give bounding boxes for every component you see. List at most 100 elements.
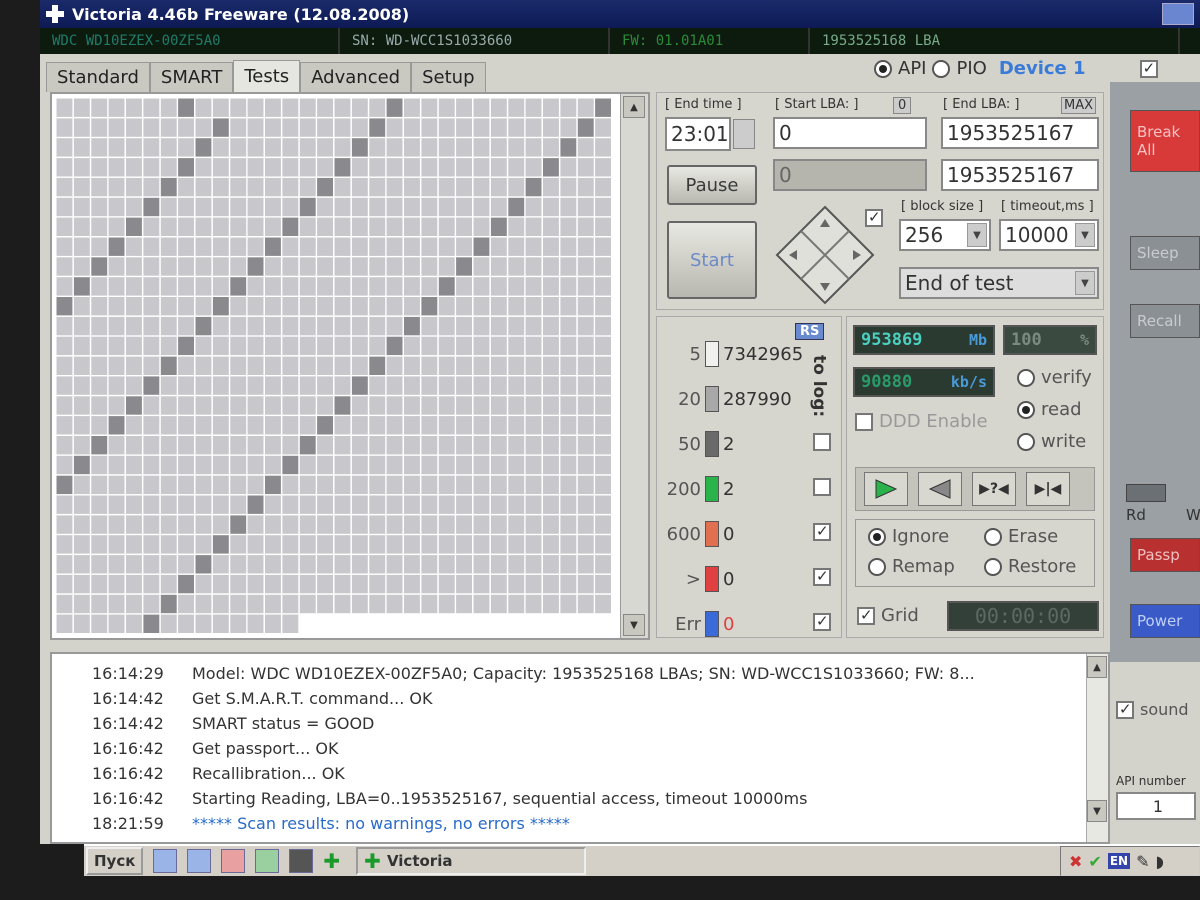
network-icon[interactable] [255,849,280,873]
ignore-option[interactable]: Ignore [868,526,949,547]
block-cell [456,98,472,117]
to-log-checkbox[interactable] [813,433,831,451]
tab-tests[interactable]: Tests [233,60,301,92]
to-log-checkbox[interactable] [813,478,831,496]
skip-end-icon[interactable]: ▶|◀ [1026,472,1070,506]
read-radio[interactable] [1017,400,1035,419]
sound-option[interactable]: sound [1116,700,1189,719]
browser-icon[interactable] [153,849,178,873]
block-cell [126,614,142,633]
stat-count: 0 [723,568,735,590]
log-scrollbar[interactable]: ▲ ▼ [1086,654,1108,842]
erase-option[interactable]: Erase [984,526,1058,547]
scroll-up-icon[interactable]: ▲ [1087,656,1107,678]
sound-checkbox[interactable] [1116,700,1134,719]
chevron-down-icon[interactable]: ▼ [1075,223,1095,247]
recall-button[interactable]: Recall [1130,304,1200,338]
block-cell [282,594,299,614]
dictionary-icon[interactable] [187,849,212,873]
block-options-checkbox[interactable] [865,208,883,227]
sleep-button[interactable]: Sleep [1130,236,1200,270]
block-cell [490,237,507,256]
write-radio[interactable] [1017,432,1035,451]
victoria-plus-icon[interactable]: ✚ [323,849,340,873]
start-lba-reset-button[interactable]: 0 [893,97,912,114]
grid-checkbox[interactable] [857,606,875,625]
remap-option[interactable]: Remap [868,556,955,577]
block-cell [508,436,525,455]
ddd-enable-option[interactable]: DDD Enable [855,411,988,432]
tray-volume-icon[interactable]: ◗ [1155,852,1163,871]
block-cell [525,515,542,534]
block-cell [543,158,559,177]
tray-pen-icon[interactable]: ✎ [1136,852,1149,871]
dpad-navigation-icon[interactable] [775,205,875,305]
end-action-select[interactable]: End of test ▼ [899,267,1099,299]
block-cell [560,594,577,614]
device-label[interactable]: Device 1 [999,58,1086,79]
tab-advanced[interactable]: Advanced [300,62,412,92]
block-cell [473,158,490,177]
language-indicator[interactable]: EN [1107,853,1131,869]
play-icon[interactable] [864,472,908,506]
api-radio[interactable] [874,59,892,78]
to-log-checkbox[interactable] [813,567,831,586]
restore-option[interactable]: Restore [984,556,1076,577]
block-cell [508,237,525,256]
end-time-input[interactable]: 23:01 [665,117,731,151]
to-log-checkbox[interactable] [813,522,831,541]
api-number-input[interactable]: 1 [1116,792,1196,820]
end-time-spinner[interactable] [733,119,755,149]
start-lba-input[interactable]: 0 [773,117,927,149]
write-option[interactable]: write [1017,431,1086,452]
block-size-select[interactable]: 256 ▼ [899,219,991,251]
passp-button[interactable]: Passp [1130,538,1200,572]
tray-shield-icon[interactable]: ✔ [1088,852,1101,871]
grid-option[interactable]: Grid [857,605,919,626]
block-cell [369,436,386,455]
tab-setup[interactable]: Setup [411,62,486,92]
end-lba-max-button[interactable]: MAX [1061,97,1097,114]
scroll-down-icon[interactable]: ▼ [1087,800,1107,822]
block-cell [386,535,403,554]
end-lba-input[interactable]: 1953525167 [941,117,1099,149]
minimize-button[interactable] [1162,3,1194,25]
read-option[interactable]: read [1017,399,1082,420]
verify-option[interactable]: verify [1017,367,1092,388]
block-cell [543,416,559,435]
block-cell [456,594,472,614]
remap-radio[interactable] [868,557,886,576]
chevron-down-icon[interactable]: ▼ [1075,271,1095,295]
block-cell [369,316,386,336]
skip-unknown-icon[interactable]: ▶?◀ [972,472,1016,506]
break-all-button[interactable]: Break All [1130,110,1200,172]
rs-button[interactable]: RS [795,323,825,340]
power-button[interactable]: Power [1130,604,1200,638]
top-right-checkbox[interactable] [1139,59,1158,78]
ddd-enable-checkbox[interactable] [855,412,873,431]
tab-standard[interactable]: Standard [46,62,150,92]
pause-button[interactable]: Pause [667,165,757,205]
to-log-checkbox[interactable] [813,612,831,631]
tab-smart[interactable]: SMART [149,62,234,92]
scroll-down-icon[interactable]: ▼ [623,614,645,636]
ignore-radio[interactable] [868,527,886,546]
tray-network-icon[interactable]: ✖ [1069,852,1082,871]
timeout-select[interactable]: 10000 ▼ [999,219,1099,251]
taskbar-task-victoria[interactable]: ✚ Victoria [356,847,587,875]
verify-radio[interactable] [1017,368,1035,387]
warning-icon[interactable] [221,849,246,873]
map-scrollbar[interactable]: ▲ ▼ [620,94,648,638]
repair-mode-box: Ignore Erase Remap Restore [855,519,1095,587]
block-cell [247,594,264,614]
start-button[interactable]: Start [667,221,757,299]
scroll-up-icon[interactable]: ▲ [623,96,645,118]
start-menu-button[interactable]: Пуск [86,847,144,875]
pio-radio[interactable] [932,59,951,78]
block-cell [351,316,368,336]
erase-radio[interactable] [984,527,1002,546]
exit-icon[interactable] [289,849,314,873]
rewind-icon[interactable] [918,472,962,506]
restore-radio[interactable] [984,557,1002,576]
chevron-down-icon[interactable]: ▼ [967,223,987,247]
